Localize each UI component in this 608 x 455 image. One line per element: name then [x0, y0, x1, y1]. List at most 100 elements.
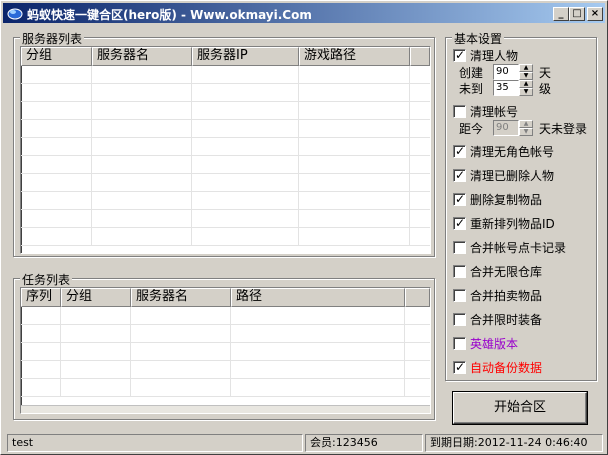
table-row[interactable]: [21, 343, 430, 361]
spin-down-icon[interactable]: ▼: [519, 128, 533, 136]
created-days-spinner[interactable]: 90 ▲ ▼: [493, 64, 533, 80]
column-header-group[interactable]: 分组: [21, 47, 92, 66]
min-level-input[interactable]: 35: [493, 80, 519, 96]
main-window: 蚂蚁快速一键合区(hero版) - Www.okmayi.Com _ □ × 服…: [0, 0, 608, 455]
min-level-spinner[interactable]: 35 ▲ ▼: [493, 80, 533, 96]
option-checkbox[interactable]: 合并无限仓库: [453, 263, 542, 279]
minimize-button[interactable]: _: [553, 7, 569, 21]
table-row[interactable]: [21, 138, 430, 156]
table-row[interactable]: [21, 210, 430, 228]
table-row[interactable]: [21, 174, 430, 192]
option-checkbox[interactable]: 合并限时装备: [453, 311, 542, 327]
table-cell: [21, 192, 92, 210]
close-button[interactable]: ×: [587, 7, 603, 21]
option-checkbox[interactable]: ✓ 清理无角色帐号: [453, 143, 554, 159]
server-list-header: 分组 服务器名 服务器IP 游戏路径: [21, 47, 430, 66]
inactive-days-row: 距今 90 ▲ ▼ 天未登录: [459, 120, 587, 136]
table-row[interactable]: [21, 156, 430, 174]
table-row[interactable]: [21, 379, 430, 397]
checkbox-box[interactable]: [453, 336, 466, 350]
option-checkbox[interactable]: 合并帐号点卡记录: [453, 239, 566, 255]
checkbox-box[interactable]: [453, 264, 466, 278]
app-logo-icon: [7, 8, 23, 20]
checkbox-label: 删除复制物品: [470, 192, 543, 207]
option-checkbox[interactable]: ✓ 删除复制物品: [453, 191, 542, 207]
column-header-server-name[interactable]: 服务器名: [92, 47, 192, 66]
checkbox-box[interactable]: ✓: [453, 48, 466, 62]
table-cell: [131, 361, 231, 379]
column-header-task-server-name[interactable]: 服务器名: [131, 288, 231, 307]
table-cell: [299, 66, 410, 84]
spin-down-icon[interactable]: ▼: [519, 72, 533, 80]
settings-legend: 基本设置: [452, 30, 505, 47]
checkbox-box[interactable]: [453, 288, 466, 302]
column-header-sequence[interactable]: 序列: [21, 288, 61, 307]
spin-up-icon[interactable]: ▲: [519, 80, 533, 88]
column-header-task-path[interactable]: 路径: [231, 288, 405, 307]
spinner-buttons[interactable]: ▲ ▼: [519, 80, 533, 96]
clean-accounts-checkbox[interactable]: 清理帐号: [453, 103, 518, 119]
spin-up-icon[interactable]: ▲: [519, 120, 533, 128]
table-row[interactable]: [21, 307, 430, 325]
task-list-horizontal-scrollbar[interactable]: [21, 405, 430, 413]
checkbox-box[interactable]: ✓: [453, 192, 466, 206]
table-row[interactable]: [21, 84, 430, 102]
start-merge-button[interactable]: 开始合区: [453, 392, 587, 424]
checkbox-box[interactable]: ✓: [453, 360, 466, 374]
table-row[interactable]: [21, 361, 430, 379]
table-row[interactable]: [21, 66, 430, 84]
option-checkbox[interactable]: ✓ 自动备份数据: [453, 359, 542, 375]
option-checkbox[interactable]: ✓ 清理已删除人物: [453, 167, 554, 183]
table-cell: [299, 228, 410, 246]
table-cell: [192, 66, 299, 84]
table-row[interactable]: [21, 228, 430, 246]
option-checkbox[interactable]: 英雄版本: [453, 335, 518, 351]
checkbox-box[interactable]: [453, 312, 466, 326]
table-cell: [21, 102, 92, 120]
table-cell: [231, 361, 405, 379]
table-cell: [21, 84, 92, 102]
spin-up-icon[interactable]: ▲: [519, 64, 533, 72]
column-header-task-group[interactable]: 分组: [61, 288, 131, 307]
table-row[interactable]: [21, 120, 430, 138]
table-cell: [61, 379, 131, 397]
created-days-label: 创建: [459, 65, 484, 80]
table-cell: [21, 156, 92, 174]
table-cell: [131, 343, 231, 361]
maximize-button[interactable]: □: [569, 7, 585, 21]
table-cell: [92, 102, 192, 120]
table-cell: [61, 343, 131, 361]
checkbox-box[interactable]: [453, 104, 466, 118]
min-level-label: 未到: [459, 81, 484, 96]
title-bar[interactable]: 蚂蚁快速一键合区(hero版) - Www.okmayi.Com _ □ ×: [3, 3, 605, 23]
spin-down-icon[interactable]: ▼: [519, 88, 533, 96]
checkbox-box[interactable]: [453, 240, 466, 254]
status-member: 会员:123456: [305, 434, 423, 452]
created-days-input[interactable]: 90: [493, 64, 519, 80]
inactive-days-input[interactable]: 90: [493, 120, 519, 136]
task-list-body: [21, 307, 430, 397]
checkbox-label: 清理人物: [470, 48, 519, 63]
option-checkbox[interactable]: 合并拍卖物品: [453, 287, 542, 303]
table-row[interactable]: [21, 192, 430, 210]
checkbox-box[interactable]: ✓: [453, 168, 466, 182]
column-header-game-path[interactable]: 游戏路径: [299, 47, 410, 66]
table-cell: [21, 325, 61, 343]
spinner-buttons[interactable]: ▲ ▼: [519, 120, 533, 136]
checkbox-box[interactable]: ✓: [453, 216, 466, 230]
task-list-view[interactable]: 序列 分组 服务器名 路径: [20, 287, 431, 414]
clean-characters-checkbox[interactable]: ✓ 清理人物: [453, 47, 518, 63]
table-row[interactable]: [21, 325, 430, 343]
table-cell: [192, 156, 299, 174]
checkbox-box[interactable]: ✓: [453, 144, 466, 158]
column-header-server-ip[interactable]: 服务器IP: [192, 47, 299, 66]
spinner-buttons[interactable]: ▲ ▼: [519, 64, 533, 80]
server-list-view[interactable]: 分组 服务器名 服务器IP 游戏路径: [20, 46, 431, 254]
table-cell: [92, 174, 192, 192]
table-row[interactable]: [21, 102, 430, 120]
min-level-unit: 级: [539, 81, 552, 96]
table-cell: [92, 138, 192, 156]
option-checkbox[interactable]: ✓ 重新排列物品ID: [453, 215, 555, 231]
min-level-row: 未到 35 ▲ ▼ 级: [459, 80, 551, 96]
inactive-days-spinner[interactable]: 90 ▲ ▼: [493, 120, 533, 136]
